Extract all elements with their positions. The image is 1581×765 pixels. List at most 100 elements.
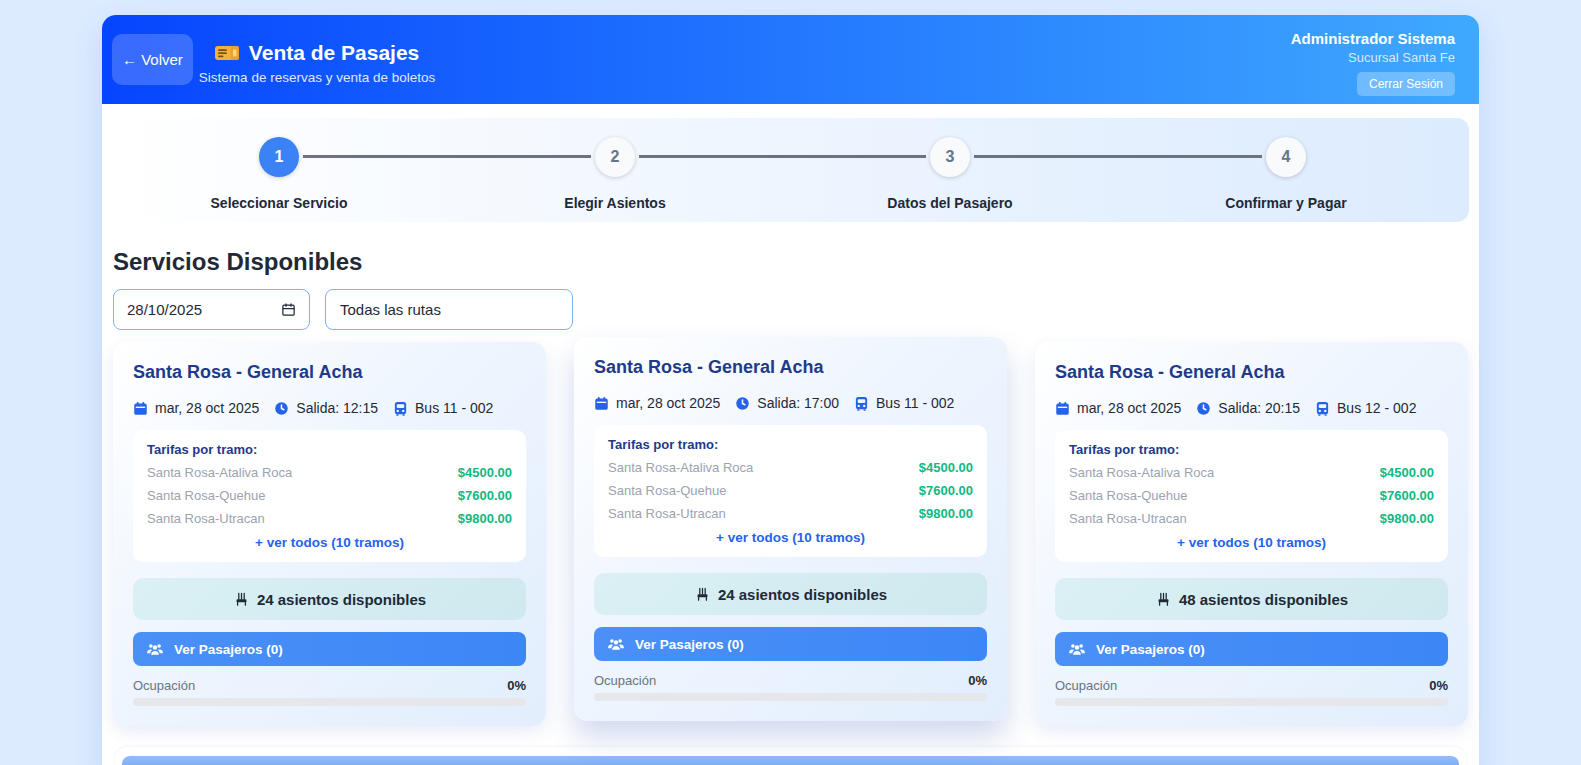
tariff-row: Santa Rosa-Quehue$7600.00 [608,483,973,498]
services-heading: Servicios Disponibles [113,248,1468,276]
tariff-row: Santa Rosa-Utracan$9800.00 [147,511,512,526]
tariff-row: Santa Rosa-Quehue$7600.00 [147,488,512,503]
service-meta: mar, 28 oct 2025 Salida: 12:15 Bus 11 - … [133,400,526,416]
service-date: mar, 28 oct 2025 [616,395,720,411]
tariffs-heading: Tarifas por tramo: [1069,442,1434,457]
route-filter-value: Todas las rutas [340,301,441,318]
users-icon [607,635,625,653]
next-section-card [115,747,1466,765]
user-branch: Sucursal Santa Fe [1291,50,1455,65]
tariff-row: Santa Rosa-Ataliva Roca$4500.00 [1069,465,1434,480]
users-icon [1068,640,1086,658]
seat-icon [233,591,250,608]
step-label-1: Seleccionar Servicio [211,195,348,211]
service-cards-grid: Santa Rosa - General Acha mar, 28 oct 20… [113,342,1468,726]
tariff-row: Santa Rosa-Utracan$9800.00 [608,506,973,521]
view-passengers-button[interactable]: Ver Pasajeros (0) [1055,632,1448,666]
service-meta: mar, 28 oct 2025 Salida: 20:15 Bus 12 - … [1055,400,1448,416]
step-circle-4: 4 [1266,137,1306,177]
user-block: Administrador Sistema Sucursal Santa Fe … [1291,30,1455,96]
seats-available-text: 48 asientos disponibles [1179,591,1348,608]
step-choose-seats[interactable]: 2 Elegir Asientos [465,137,765,211]
occupancy-row: Ocupación 0% [1055,678,1448,693]
step-select-service[interactable]: 1 Seleccionar Servicio [129,137,429,211]
seats-available-text: 24 asientos disponibles [257,591,426,608]
main-container: ← Volver Venta de Pasajes Sistema de res… [102,15,1479,765]
see-all-tariffs-link[interactable]: + ver todos (10 tramos) [1069,535,1434,550]
service-bus: Bus 11 - 002 [415,400,493,416]
bus-icon [854,396,869,411]
occupancy-row: Ocupación 0% [133,678,526,693]
bus-icon [1315,401,1330,416]
view-passengers-button[interactable]: Ver Pasajeros (0) [594,627,987,661]
seat-icon [694,586,711,603]
step-label-3: Datos del Pasajero [887,195,1012,211]
calendar-picker-icon[interactable] [281,302,296,317]
tariffs-panel: Tarifas por tramo: Santa Rosa-Ataliva Ro… [133,430,526,562]
calendar-icon [133,401,148,416]
date-filter-input[interactable]: 28/10/2025 [113,289,310,330]
occupancy-label: Ocupación [1055,678,1117,693]
occupancy-value: 0% [1429,678,1448,693]
seats-available-badge: 24 asientos disponibles [594,573,987,615]
view-passengers-button[interactable]: Ver Pasajeros (0) [133,632,526,666]
seats-available-badge: 24 asientos disponibles [133,578,526,620]
service-route-title: Santa Rosa - General Acha [1055,362,1448,383]
occupancy-value: 0% [968,673,987,688]
clock-icon [274,401,289,416]
tariffs-heading: Tarifas por tramo: [608,437,973,452]
user-name: Administrador Sistema [1291,30,1455,47]
ticket-icon [214,43,240,63]
occupancy-value: 0% [507,678,526,693]
clock-icon [735,396,750,411]
header-title-block: Venta de Pasajes Sistema de reservas y v… [199,41,435,85]
step-circle-3: 3 [930,137,970,177]
service-departure: Salida: 12:15 [296,400,378,416]
occupancy-label: Ocupación [594,673,656,688]
view-passengers-label: Ver Pasajeros (0) [174,642,283,657]
occupancy-progressbar [1055,698,1448,706]
service-date: mar, 28 oct 2025 [155,400,259,416]
tariff-row: Santa Rosa-Utracan$9800.00 [1069,511,1434,526]
stepper: 1 Seleccionar Servicio 2 Elegir Asientos… [112,118,1469,222]
service-departure: Salida: 17:00 [757,395,839,411]
route-filter-select[interactable]: Todas las rutas [325,289,573,330]
step-label-4: Confirmar y Pagar [1225,195,1346,211]
service-card-3[interactable]: Santa Rosa - General Acha mar, 28 oct 20… [1035,342,1468,726]
service-departure: Salida: 20:15 [1218,400,1300,416]
app-header: ← Volver Venta de Pasajes Sistema de res… [102,15,1479,104]
step-passenger-data[interactable]: 3 Datos del Pasajero [800,137,1100,211]
seats-available-text: 24 asientos disponibles [718,586,887,603]
view-passengers-label: Ver Pasajeros (0) [1096,642,1205,657]
service-card-1[interactable]: Santa Rosa - General Acha mar, 28 oct 20… [113,342,546,726]
view-passengers-label: Ver Pasajeros (0) [635,637,744,652]
see-all-tariffs-link[interactable]: + ver todos (10 tramos) [147,535,512,550]
service-route-title: Santa Rosa - General Acha [594,357,987,378]
calendar-icon [1055,401,1070,416]
service-bus: Bus 11 - 002 [876,395,954,411]
next-section-header-bar [122,756,1459,765]
back-button[interactable]: ← Volver [112,34,193,85]
occupancy-progressbar [594,693,987,701]
page-title: Venta de Pasajes [249,41,419,65]
tariff-row: Santa Rosa-Quehue$7600.00 [1069,488,1434,503]
step-circle-2: 2 [595,137,635,177]
service-bus: Bus 12 - 002 [1337,400,1416,416]
see-all-tariffs-link[interactable]: + ver todos (10 tramos) [608,530,973,545]
logout-button[interactable]: Cerrar Sesión [1357,72,1455,96]
calendar-icon [594,396,609,411]
service-card-2[interactable]: Santa Rosa - General Acha mar, 28 oct 20… [574,337,1007,721]
users-icon [146,640,164,658]
seat-icon [1155,591,1172,608]
tariffs-heading: Tarifas por tramo: [147,442,512,457]
page-subtitle: Sistema de reservas y venta de boletos [199,70,435,85]
tariffs-panel: Tarifas por tramo: Santa Rosa-Ataliva Ro… [1055,430,1448,562]
seats-available-badge: 48 asientos disponibles [1055,578,1448,620]
step-confirm-pay[interactable]: 4 Confirmar y Pagar [1136,137,1436,211]
service-date: mar, 28 oct 2025 [1077,400,1181,416]
step-label-2: Elegir Asientos [564,195,665,211]
tariff-row: Santa Rosa-Ataliva Roca$4500.00 [147,465,512,480]
bus-icon [393,401,408,416]
step-circle-1: 1 [259,137,299,177]
date-filter-value: 28/10/2025 [127,301,202,318]
